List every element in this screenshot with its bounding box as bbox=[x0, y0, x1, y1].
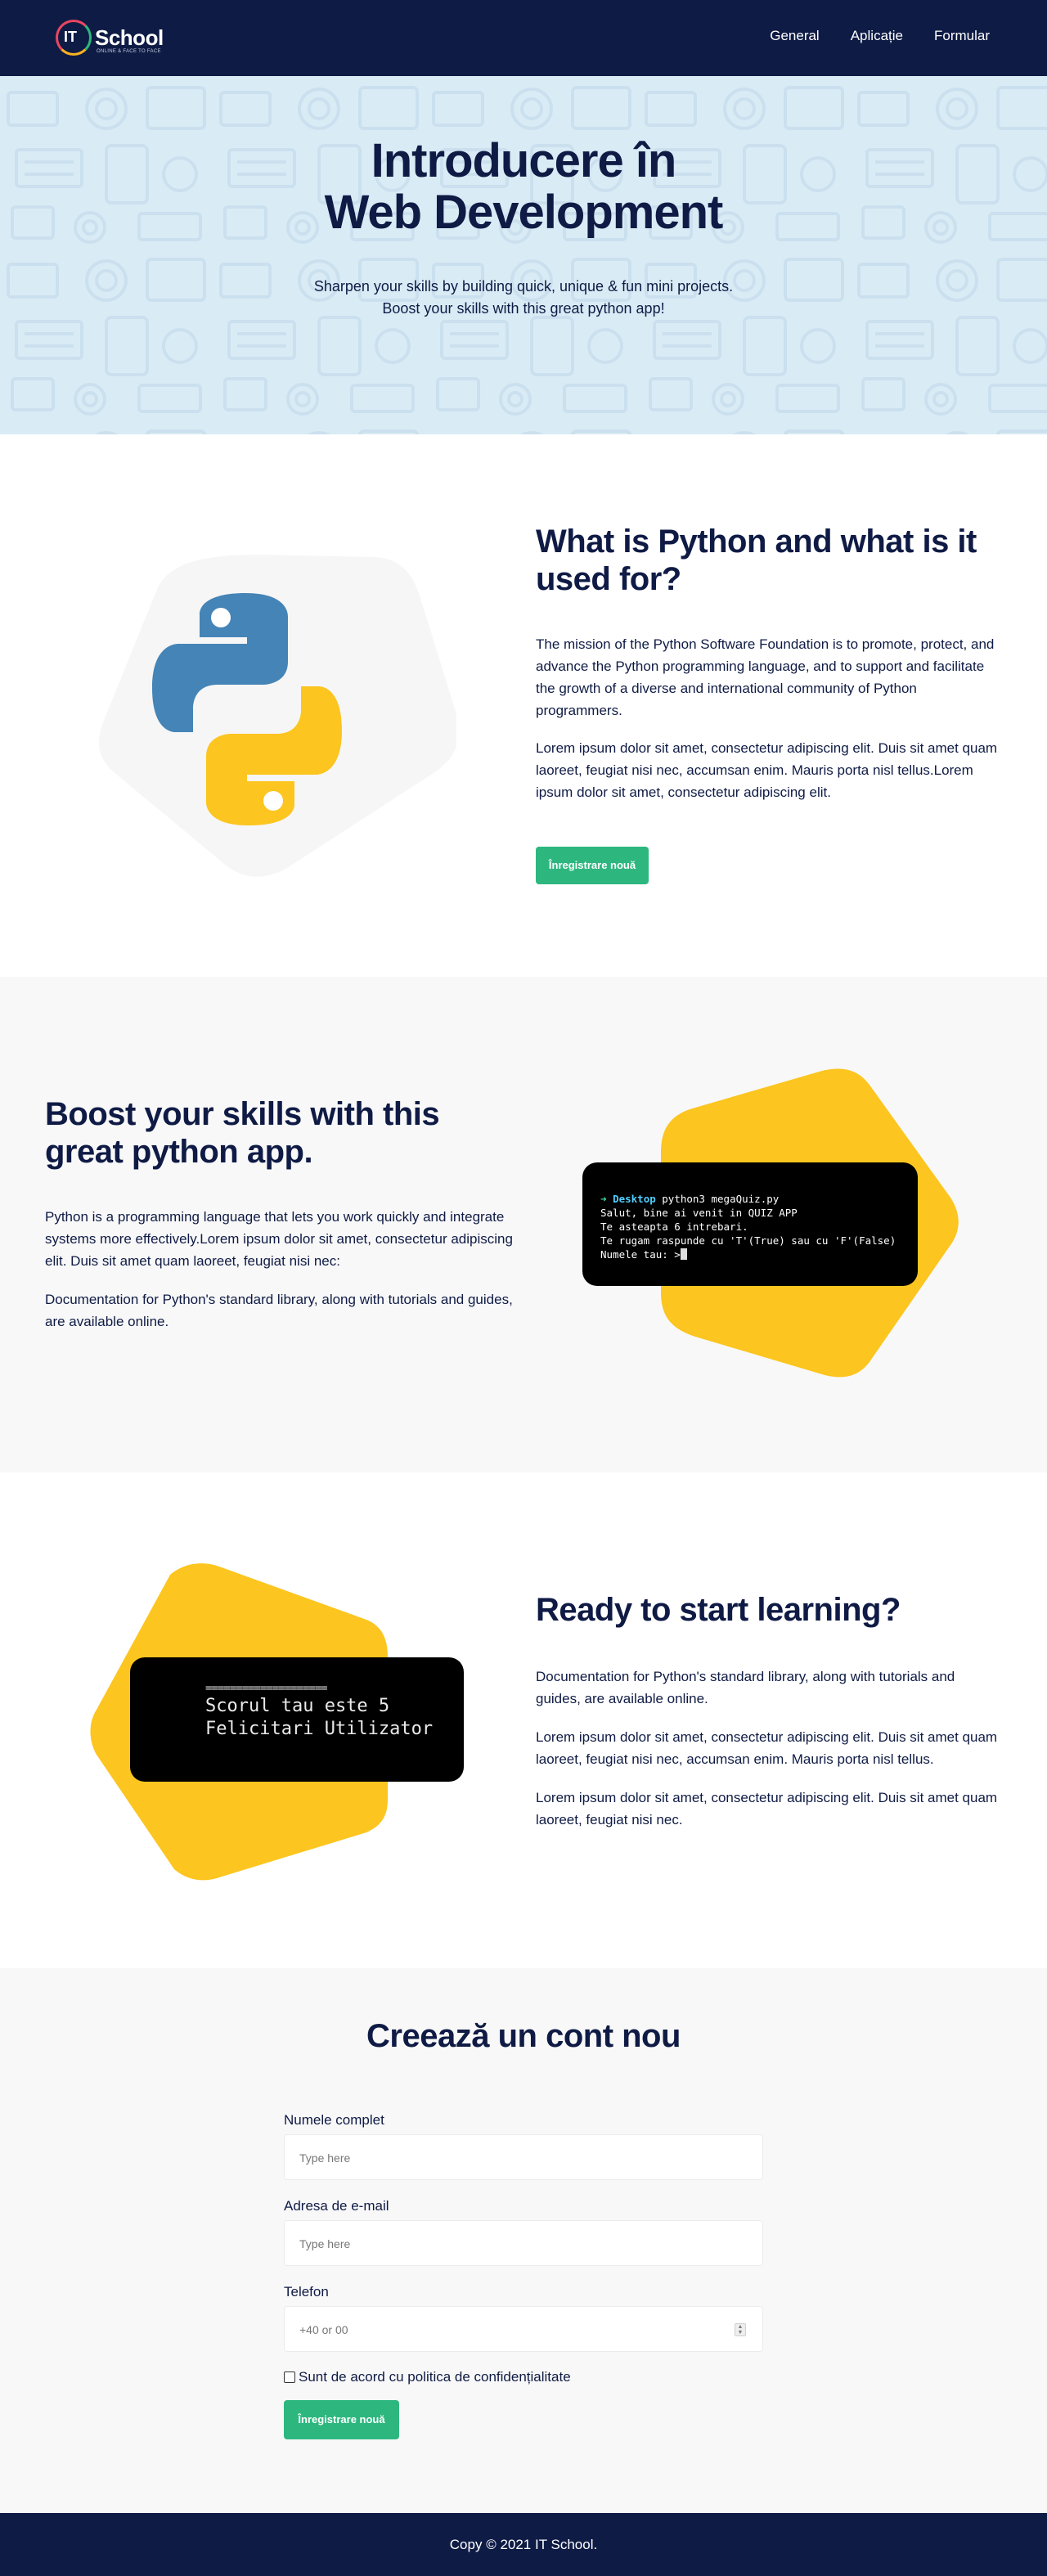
python-paragraph-2: Lorem ipsum dolor sit amet, consectetur … bbox=[536, 740, 998, 800]
hero-title-line1: Introducere în bbox=[371, 134, 677, 187]
phone-label: Telefon bbox=[284, 2284, 329, 2300]
register-button-top[interactable]: Înregistrare nouă bbox=[536, 847, 649, 884]
signup-heading: Creează un cont nou bbox=[366, 2018, 681, 2054]
score-line: Scorul tau este 5 bbox=[205, 1696, 390, 1716]
nav-general[interactable]: General bbox=[770, 28, 819, 44]
signup-section: Creează un cont nou Numele complet Type … bbox=[0, 1968, 1047, 2513]
terminal-prompt-line: Numele tau: > bbox=[600, 1248, 900, 1261]
name-input[interactable]: Type here bbox=[284, 2134, 763, 2180]
email-input[interactable]: Type here bbox=[284, 2220, 763, 2266]
hero-title: Introducere în Web Development bbox=[0, 135, 1047, 238]
cursor-icon bbox=[680, 1248, 687, 1260]
phone-input[interactable]: +40 or 00 ▲ ▼ bbox=[284, 2306, 763, 2352]
ready-section: ==================== Scorul tau este 5 F… bbox=[0, 1472, 1047, 1968]
boost-paragraph-1: Python is a programming language that le… bbox=[45, 1209, 513, 1269]
python-logo-icon bbox=[99, 555, 456, 877]
terminal-dir: Desktop bbox=[613, 1193, 656, 1205]
logo-tagline: ONLINE & FACE TO FACE bbox=[97, 49, 161, 54]
email-label: Adresa de e-mail bbox=[284, 2198, 389, 2214]
consent-checkbox[interactable] bbox=[284, 2371, 295, 2383]
score-terminal: ==================== Scorul tau este 5 F… bbox=[130, 1657, 464, 1782]
footer-copyright: Copy © 2021 IT School. bbox=[449, 2537, 598, 2552]
boost-section: Boost your skills with this great python… bbox=[0, 977, 1047, 1472]
consent-label: Sunt de acord cu politica de confidenția… bbox=[299, 2369, 571, 2385]
logo-it-text: IT bbox=[64, 29, 77, 45]
quiz-terminal: ➜ Desktop python3 megaQuiz.py Salut, bin… bbox=[582, 1162, 918, 1286]
nav-aplicatie[interactable]: Aplicație bbox=[851, 28, 903, 44]
site-footer: Copy © 2021 IT School. bbox=[0, 2513, 1047, 2576]
python-paragraph-1: The mission of the Python Software Found… bbox=[536, 636, 995, 718]
python-heading: What is Python and what is it used for? bbox=[536, 524, 977, 597]
it-school-logo[interactable]: IT School ONLINE & FACE TO FACE bbox=[56, 18, 164, 57]
register-submit-button[interactable]: Înregistrare nouă bbox=[284, 2400, 399, 2439]
hero-subtitle: Sharpen your skills by building quick, u… bbox=[0, 276, 1047, 320]
terminal-line-3: Te rugam raspunde cu 'T'(True) sau cu 'F… bbox=[600, 1234, 896, 1247]
terminal-line-2: Te asteapta 6 intrebari. bbox=[600, 1221, 748, 1233]
site-header: IT School ONLINE & FACE TO FACE General … bbox=[0, 0, 1047, 76]
ready-paragraph-3: Lorem ipsum dolor sit amet, consectetur … bbox=[536, 1790, 998, 1827]
privacy-consent: Sunt de acord cu politica de confidenția… bbox=[284, 2369, 571, 2385]
terminal-command: python3 megaQuiz.py bbox=[662, 1193, 780, 1205]
ready-heading: Ready to start learning? bbox=[536, 1592, 901, 1628]
python-section: What is Python and what is it used for? … bbox=[0, 434, 1047, 977]
main-nav: General Aplicație Formular bbox=[770, 28, 990, 44]
terminal-arrow-icon: ➜ bbox=[600, 1193, 607, 1205]
hero-subtitle-line1: Sharpen your skills by building quick, u… bbox=[313, 278, 734, 294]
score-rule: ==================== bbox=[205, 1682, 328, 1695]
hero-section: Introducere în Web Development Sharpen y… bbox=[0, 76, 1047, 434]
name-label: Numele complet bbox=[284, 2112, 384, 2128]
hero-title-line2: Web Development bbox=[324, 186, 724, 239]
number-spinner-icon[interactable]: ▲ ▼ bbox=[735, 2323, 746, 2336]
ready-paragraph-1: Documentation for Python's standard libr… bbox=[536, 1669, 955, 1706]
hero-subtitle-line2: Boost your skills with this great python… bbox=[382, 300, 665, 317]
boost-paragraph-2: Documentation for Python's standard libr… bbox=[45, 1292, 513, 1329]
phone-placeholder: +40 or 00 bbox=[299, 2323, 348, 2336]
terminal-prompt: Numele tau: > bbox=[600, 1248, 681, 1261]
nav-formular[interactable]: Formular bbox=[934, 28, 990, 44]
ready-paragraph-2: Lorem ipsum dolor sit amet, consectetur … bbox=[536, 1729, 998, 1767]
terminal-command-line: ➜ Desktop python3 megaQuiz.py bbox=[600, 1192, 900, 1206]
congrats-line: Felicitari Utilizator bbox=[205, 1719, 434, 1739]
terminal-line-1: Salut, bine ai venit in QUIZ APP bbox=[600, 1207, 798, 1219]
hero-background-pattern bbox=[0, 76, 1047, 434]
logo-school-text: School bbox=[95, 25, 164, 50]
boost-heading: Boost your skills with this great python… bbox=[45, 1096, 440, 1170]
